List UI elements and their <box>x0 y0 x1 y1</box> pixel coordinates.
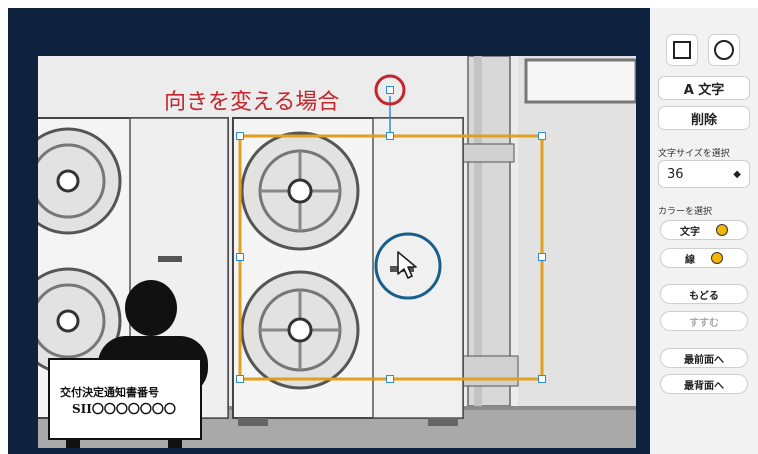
font-size-value: 36 <box>667 166 684 182</box>
delete-button[interactable]: 削除 <box>658 106 750 130</box>
resize-handle-left[interactable] <box>236 253 244 261</box>
circle-tool-button[interactable] <box>708 34 740 66</box>
circle-icon <box>714 40 734 60</box>
font-size-select[interactable]: 36 ◆ <box>658 160 750 188</box>
redo-button[interactable]: すすむ <box>660 311 748 331</box>
line-color-swatch <box>711 252 723 264</box>
tool-panel: A 文字 削除 文字サイズを選択 36 ◆ カラーを選択 文字 線 もどる すす… <box>650 8 758 454</box>
resize-handle-top-left[interactable] <box>236 132 244 140</box>
line-color-button[interactable]: 線 <box>660 248 748 268</box>
editor-canvas-area[interactable]: 向きを変える場合 交付決定通知書番号 SII〇〇〇〇〇〇〇 <box>8 8 650 454</box>
bring-to-front-button[interactable]: 最前面へ <box>660 348 748 368</box>
rotation-caption: 向きを変える場合 <box>164 90 340 115</box>
id-sign-board: 交付決定通知書番号 SII〇〇〇〇〇〇〇 <box>48 358 202 440</box>
font-size-label: 文字サイズを選択 <box>658 149 730 159</box>
mouse-cursor-icon <box>397 251 417 279</box>
resize-handle-bottom-right[interactable] <box>538 375 546 383</box>
send-to-back-button[interactable]: 最背面へ <box>660 374 748 394</box>
resize-handle-bottom[interactable] <box>386 375 394 383</box>
resize-handle-right[interactable] <box>538 253 546 261</box>
select-arrow-icon: ◆ <box>733 168 741 180</box>
text-color-swatch <box>716 224 728 236</box>
rotate-handle[interactable] <box>386 86 394 94</box>
resize-handle-top-right[interactable] <box>538 132 546 140</box>
color-label: カラーを選択 <box>658 207 713 217</box>
square-tool-button[interactable] <box>666 34 698 66</box>
square-icon <box>673 41 691 59</box>
resize-handle-bottom-left[interactable] <box>236 375 244 383</box>
add-text-button[interactable]: A 文字 <box>658 76 750 100</box>
text-color-label: 文字 <box>680 226 700 238</box>
resize-handle-top[interactable] <box>386 132 394 140</box>
text-color-button[interactable]: 文字 <box>660 220 748 240</box>
line-color-label: 線 <box>685 254 695 266</box>
sign-code: SII〇〇〇〇〇〇〇 <box>72 402 176 416</box>
sign-title: 交付決定通知書番号 <box>60 386 159 399</box>
undo-button[interactable]: もどる <box>660 284 748 304</box>
